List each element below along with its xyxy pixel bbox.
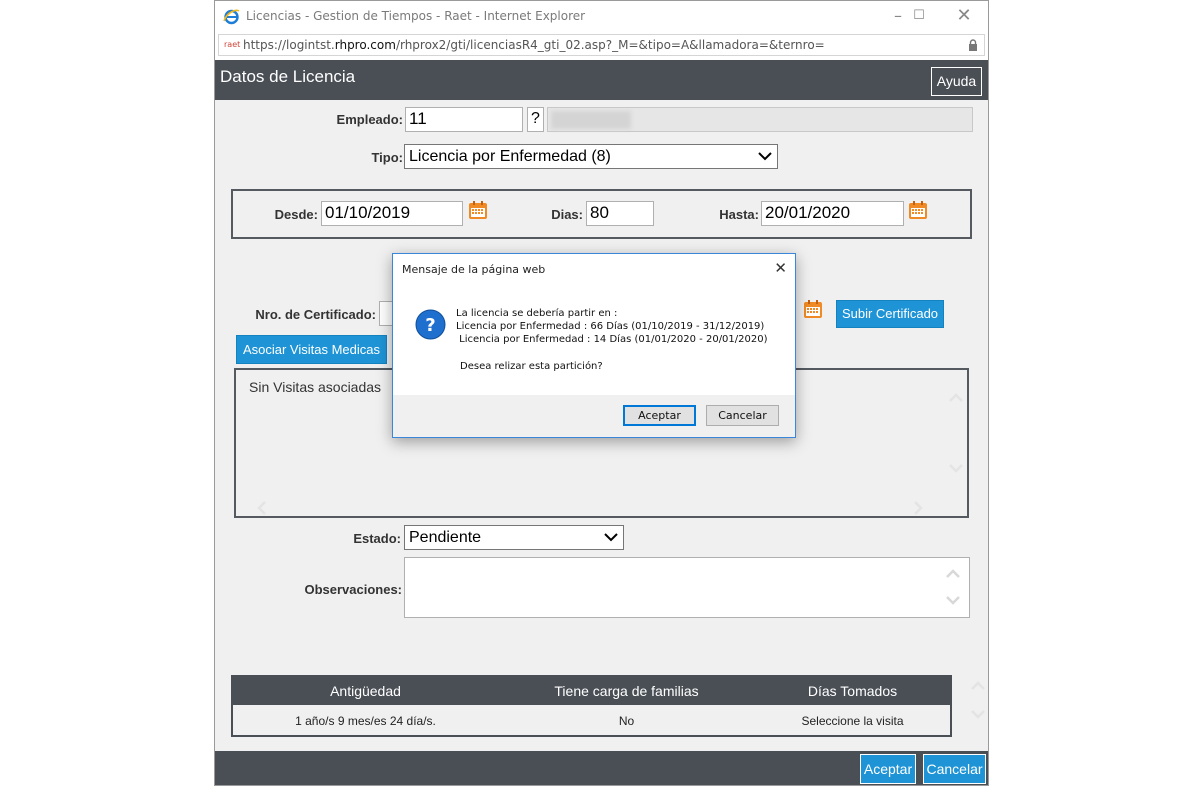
dialog-cancel-button[interactable]: Cancelar: [706, 405, 779, 426]
chevron-down-icon: [604, 533, 618, 542]
window-title: Licencias - Gestion de Tiempos - Raet - …: [246, 9, 586, 23]
table-cell-antiguedad: 1 año/s 9 mes/es 24 día/s.: [295, 714, 436, 728]
hasta-input[interactable]: 20/01/2020: [761, 201, 904, 226]
page-scroll-up-icon[interactable]: [970, 680, 986, 692]
dialog-accept-button[interactable]: Aceptar: [623, 405, 696, 426]
textarea-scroll-up-icon[interactable]: [945, 568, 961, 580]
sin-visitas-text: Sin Visitas asociadas: [249, 379, 382, 395]
table-cell-dias: Seleccione la visita: [801, 714, 904, 728]
dias-input[interactable]: 80: [586, 201, 654, 226]
tipo-select-value: Licencia por Enfermedad (8): [409, 148, 611, 165]
textarea-scroll-down-icon[interactable]: [945, 594, 961, 606]
svg-text:?: ?: [425, 315, 435, 336]
table-header-antiguedad: Antigüedad: [330, 683, 401, 699]
table-cell-carga: No: [618, 714, 635, 728]
dias-label: Dias:: [551, 207, 583, 222]
estado-select-value: Pendiente: [409, 529, 482, 546]
scroll-left-icon[interactable]: [256, 500, 268, 516]
tipo-select[interactable]: Licencia por Enfermedad (8): [404, 144, 778, 169]
scroll-up-icon[interactable]: [948, 392, 964, 404]
dialog-question: Desea relizar esta partición?: [460, 361, 603, 372]
message-dialog: Mensaje de la página web ✕ ? La licencia…: [392, 253, 796, 438]
observaciones-label: Observaciones:: [304, 582, 402, 597]
address-bar[interactable]: raet https://logintst.rhpro.com/rhprox2/…: [218, 34, 985, 56]
resumen-table: Antigüedad Tiene carga de familias Días …: [231, 675, 952, 737]
certificado-calendar-icon[interactable]: [803, 299, 823, 319]
empleado-label: Empleado:: [336, 112, 403, 127]
desde-calendar-icon[interactable]: [468, 200, 488, 220]
dialog-line-3: Licencia por Enfermedad : 14 Días (01/01…: [456, 334, 768, 345]
dialog-line-2: Licencia por Enfermedad : 66 Días (01/10…: [456, 321, 765, 332]
subir-certificado-button[interactable]: Subir Certificado: [836, 300, 944, 328]
table-header-row: Antigüedad Tiene carga de familias Días …: [233, 677, 950, 705]
question-icon: ?: [415, 309, 446, 340]
site-favicon: raet: [224, 40, 241, 49]
maximize-icon[interactable]: ☐: [904, 6, 934, 28]
certificado-label: Nro. de Certificado:: [255, 307, 376, 322]
redacted-name: [551, 111, 631, 129]
dialog-button-bar: Aceptar Cancelar: [393, 395, 795, 437]
page-title: Datos de Licencia: [220, 67, 356, 86]
table-header-carga: Tiene carga de familias: [554, 683, 699, 699]
chevron-down-icon: [758, 152, 772, 161]
estado-select[interactable]: Pendiente: [404, 525, 624, 550]
internet-explorer-icon: [223, 9, 240, 25]
desde-input[interactable]: 01/10/2019: [321, 201, 463, 226]
title-bar: Licencias - Gestion de Tiempos - Raet - …: [215, 1, 988, 32]
cancel-button[interactable]: Cancelar: [923, 754, 986, 784]
empleado-search-button[interactable]: ?: [527, 107, 544, 132]
tipo-label: Tipo:: [371, 150, 403, 165]
dialog-line-1: La licencia se debería partir en :: [456, 308, 618, 319]
hasta-label: Hasta:: [719, 207, 759, 222]
page-footer: Aceptar Cancelar: [215, 751, 988, 785]
estado-label: Estado:: [353, 531, 401, 546]
help-button[interactable]: Ayuda: [931, 67, 982, 96]
page-header: Datos de Licencia Ayuda: [215, 60, 988, 100]
scroll-down-icon[interactable]: [948, 462, 964, 474]
lock-icon: [969, 39, 977, 51]
close-window-icon[interactable]: ✕: [949, 6, 979, 28]
empleado-name-field: [547, 107, 973, 132]
dialog-close-icon[interactable]: ✕: [774, 259, 787, 277]
empleado-input[interactable]: 11: [405, 107, 523, 132]
page-scroll-down-icon[interactable]: [970, 708, 986, 720]
scroll-right-icon[interactable]: [912, 500, 924, 516]
hasta-calendar-icon[interactable]: [908, 200, 928, 220]
asociar-visitas-button[interactable]: Asociar Visitas Medicas: [236, 335, 387, 364]
url-text[interactable]: https://logintst.rhpro.com/rhprox2/gti/l…: [243, 38, 825, 52]
table-header-dias: Días Tomados: [807, 683, 898, 699]
observaciones-textarea[interactable]: [404, 557, 970, 618]
desde-label: Desde:: [274, 207, 318, 222]
accept-button[interactable]: Aceptar: [860, 754, 916, 784]
dialog-title: Mensaje de la página web: [402, 263, 546, 276]
